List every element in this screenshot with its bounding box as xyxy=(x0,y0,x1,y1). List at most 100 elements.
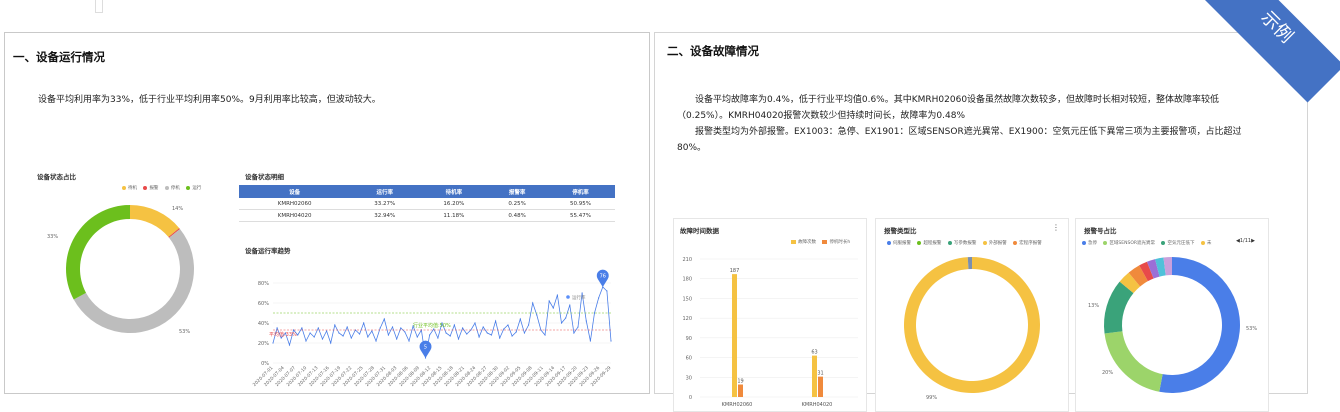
alarm-type-card: 报警类型比 ⋮ 伺服报警 超程报警 写参数报警 外部报警 宏程序报警 99% xyxy=(875,218,1069,412)
legend-dot xyxy=(982,240,987,245)
bar-value-label: 31 xyxy=(817,371,823,377)
legend-alarm-dot xyxy=(143,185,148,190)
alarm-type-donut: 99% xyxy=(904,257,1041,401)
trend-line-chart: 80%60%40%20%0%2020-07-012020-07-042020-0… xyxy=(252,269,613,388)
trend-point xyxy=(437,337,439,339)
bar xyxy=(818,376,823,397)
trend-y-tick: 40% xyxy=(258,321,269,327)
alarm-summary-text: 报警类型均为外部报警。EX1003：急停、EX1901：区域SENSOR遮光異常… xyxy=(677,127,1242,153)
legend-estop: 急停 xyxy=(1088,241,1097,246)
table-row[interactable]: KMRH02060 33.27% 16.20% 0.25% 50.95% xyxy=(239,198,615,210)
trend-point xyxy=(499,337,501,339)
legend-alarm: 报警 xyxy=(149,186,159,191)
legend-dot xyxy=(947,240,952,245)
bar-y-tick: 120 xyxy=(682,316,692,322)
fault-time-card: 故障时间数据 故障次数 停机时长h 210 180 150 120 90 60 30 0 187… xyxy=(673,218,867,412)
min-marker-label: 5 xyxy=(424,345,427,351)
trend-legend-dot xyxy=(566,295,570,299)
table-cell: KMRH04020 xyxy=(239,209,351,222)
legend-macro: 宏程序报警 xyxy=(1019,241,1042,246)
trend-point xyxy=(577,326,579,328)
table-cell: 33.27% xyxy=(350,198,420,210)
trend-point xyxy=(416,336,418,338)
table-cell: 16.20% xyxy=(419,198,489,210)
table-header-standby[interactable]: 待机率 xyxy=(419,185,489,198)
legend-count: 故障次数 xyxy=(798,240,816,245)
trend-point xyxy=(334,324,336,326)
legend-air: 空気元圧低下 xyxy=(1167,241,1195,246)
legend-stop: 停机 xyxy=(170,186,180,191)
equipment-operation-panel: 一、设备运行情况 设备平均利用率为33%，低于行业平均利用率50%。9月利用率比… xyxy=(4,32,650,394)
trend-point xyxy=(519,318,521,320)
trend-point xyxy=(453,324,455,326)
legend-dot xyxy=(887,240,891,245)
trend-point xyxy=(429,334,431,336)
trend-point xyxy=(585,320,587,322)
type-card-title: 报警类型比 xyxy=(884,227,917,235)
table-cell: 0.25% xyxy=(488,198,546,210)
legend-dot xyxy=(1082,240,1086,245)
trend-point xyxy=(301,327,303,329)
more-menu-icon[interactable]: ⋮ xyxy=(1052,223,1060,232)
donut-legend[interactable]: 待机 报警 停机 运行 xyxy=(117,185,201,191)
pager-text: 1/11 xyxy=(1239,238,1252,244)
type-legend[interactable]: 伺服报警 超程报警 写参数报警 外部报警 宏程序报警 xyxy=(882,240,1042,246)
bar-y-tick: 210 xyxy=(682,257,692,263)
legend-pager[interactable]: ◀1/11▶ xyxy=(1236,238,1255,244)
table-header-stop[interactable]: 停机率 xyxy=(545,185,615,198)
bar-y-tick: 30 xyxy=(686,375,692,381)
trend-point xyxy=(527,324,530,326)
trend-point xyxy=(523,332,526,334)
pager-next-icon[interactable]: ▶ xyxy=(1251,238,1255,244)
trend-point xyxy=(338,332,340,334)
trend-point xyxy=(276,327,278,329)
trend-point xyxy=(321,338,324,340)
donut-label-standby: 14% xyxy=(172,206,183,212)
trend-point xyxy=(598,297,600,299)
trend-point xyxy=(466,333,468,335)
trend-point xyxy=(367,336,369,338)
trend-point xyxy=(532,302,534,304)
section-heading: 一、设备运行情况 xyxy=(13,50,105,64)
table-title: 设备状态明细 xyxy=(245,173,284,181)
fault-summary-text: 设备平均故障率为0.4%，低于行业平均值0.6%。其中KMRH02060设备虽然… xyxy=(677,95,1220,121)
trend-point xyxy=(396,338,398,340)
trend-point xyxy=(313,336,315,338)
avg-line-label: 平均值:33% xyxy=(269,331,297,338)
legend-stop-dot xyxy=(164,185,169,190)
trend-point xyxy=(457,338,460,340)
table-header-device[interactable]: 设备 xyxy=(239,185,351,198)
resize-handle-icon xyxy=(95,0,103,13)
alarm-type-donut-slice xyxy=(967,257,972,270)
table-header-run[interactable]: 运行率 xyxy=(350,185,420,198)
alarm-code-donut-slice xyxy=(1104,331,1163,392)
trend-point xyxy=(297,334,299,336)
donut-title: 设备状态占比 xyxy=(37,173,76,181)
trend-point xyxy=(565,317,567,319)
bar-legend[interactable]: 故障次数 停机时长h xyxy=(786,239,850,245)
industry-line-label: 行业平均值:50% xyxy=(413,322,451,329)
bar xyxy=(812,355,817,397)
table-cell: 0.48% xyxy=(488,209,546,222)
bar-value-label: 187 xyxy=(730,268,740,274)
trend-point xyxy=(309,332,311,334)
bar-value-label: 63 xyxy=(811,350,817,356)
trend-point xyxy=(515,331,517,333)
table-cell: 55.47% xyxy=(545,209,615,222)
trend-point xyxy=(548,300,550,302)
trend-point xyxy=(305,340,307,342)
trend-point xyxy=(610,340,612,342)
trend-point xyxy=(449,335,451,337)
legend-duration-swatch xyxy=(822,239,828,244)
trend-point xyxy=(478,336,480,338)
table-row[interactable]: KMRH04020 32.94% 11.18% 0.48% 55.47% xyxy=(239,209,615,222)
trend-point xyxy=(272,342,274,344)
table-header-alarm[interactable]: 报警率 xyxy=(488,185,546,198)
legend-dot xyxy=(1200,240,1205,245)
code-legend[interactable]: 急停 区域SENSOR遮光異常 空気元圧低下 未 xyxy=(1077,240,1211,246)
legend-param: 写参数报警 xyxy=(953,241,977,246)
trend-point xyxy=(408,340,410,342)
trend-y-tick: 0% xyxy=(261,361,269,367)
trend-point xyxy=(573,332,575,334)
legend-standby: 待机 xyxy=(128,186,137,191)
